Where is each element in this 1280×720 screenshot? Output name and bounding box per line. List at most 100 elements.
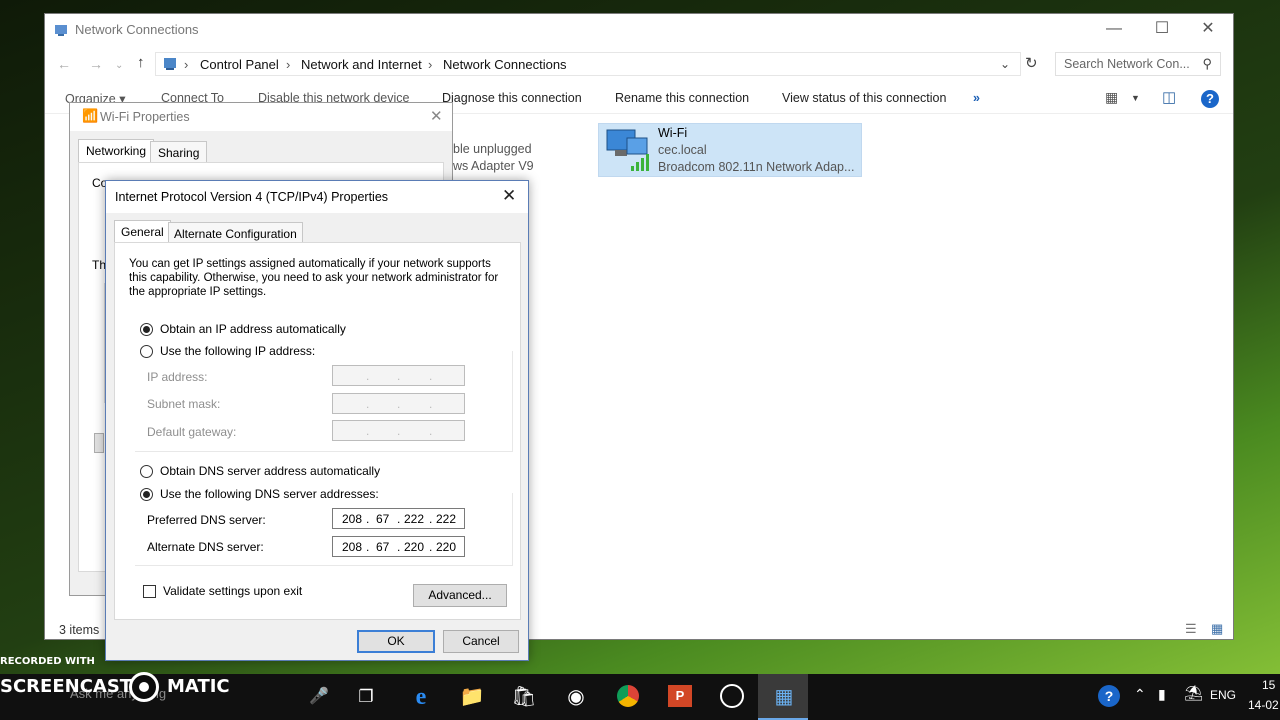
alternate-dns-field[interactable]: 208. 67. 220. 220 <box>332 536 465 557</box>
help-icon[interactable]: ? <box>1201 90 1219 108</box>
help-tray-icon[interactable]: ? <box>1098 685 1120 707</box>
use-following-dns-label[interactable]: Use the following DNS server addresses: <box>160 487 381 501</box>
alternate-dns-octet-3: 220 <box>404 540 425 554</box>
ip-settings-description: You can get IP settings assigned automat… <box>129 258 499 298</box>
back-icon[interactable]: ← <box>57 56 71 72</box>
matic-watermark: MATIC <box>167 676 230 697</box>
recent-chevron-icon[interactable]: ⌄ <box>115 60 123 71</box>
preferred-dns-octet-3: 222 <box>404 512 425 526</box>
control-panel-icon <box>164 58 176 70</box>
change-view-icon[interactable]: ▦ <box>1105 89 1118 106</box>
tab-networking[interactable]: Networking <box>78 139 155 163</box>
search-input[interactable]: Search Network Con... ⚲ <box>1055 52 1221 76</box>
default-gateway-label: Default gateway: <box>147 425 237 439</box>
subnet-mask-field: ... <box>332 393 465 414</box>
breadcrumb-network-internet[interactable]: Network and Internet <box>301 57 422 72</box>
language-indicator[interactable]: ENG <box>1210 688 1236 702</box>
address-row: ← → ⌄ ↑ › Control Panel › Network and In… <box>45 50 1233 78</box>
close-button[interactable]: ✕ <box>1185 14 1231 44</box>
preview-pane-icon[interactable]: ◫ <box>1162 88 1176 106</box>
item-count: 3 items <box>59 623 100 637</box>
wifi-tray-icon[interactable]: ⛱ <box>1184 684 1203 702</box>
breadcrumb-network-connections[interactable]: Network Connections <box>443 57 567 72</box>
preferred-dns-field[interactable]: 208. 67. 222. 222 <box>332 508 465 529</box>
screencast-icon[interactable] <box>720 684 744 708</box>
wifi-tile-domain: cec.local <box>658 143 707 157</box>
this-connection-label: Th <box>92 258 107 272</box>
details-view-icon[interactable]: ☰ <box>1185 621 1197 637</box>
edge-icon[interactable]: e <box>405 682 437 712</box>
minimize-button[interactable]: — <box>1091 14 1137 44</box>
preferred-dns-octet-2: 67 <box>376 512 390 526</box>
task-view-icon[interactable]: ❐ <box>350 682 382 712</box>
tiles-view-icon[interactable]: ▦ <box>1211 621 1223 637</box>
use-following-ip-radio[interactable] <box>140 345 153 358</box>
explorer-titlebar: Network Connections — ☐ ✕ <box>45 14 1233 46</box>
subnet-mask-label: Subnet mask: <box>147 397 221 411</box>
ipv4-properties-dialog: Internet Protocol Version 4 (TCP/IPv4) P… <box>105 180 529 661</box>
rename-command[interactable]: Rename this connection <box>615 91 749 105</box>
advanced-button[interactable]: Advanced... <box>413 584 507 607</box>
cancel-button[interactable]: Cancel <box>443 630 519 653</box>
search-placeholder: Search Network Con... <box>1064 57 1190 71</box>
battery-icon[interactable]: ▮ <box>1158 686 1166 703</box>
alternate-dns-label: Alternate DNS server: <box>147 540 264 554</box>
obtain-ip-auto-label[interactable]: Obtain an IP address automatically <box>160 322 346 336</box>
tab-general[interactable]: General <box>114 220 171 244</box>
clock-time[interactable]: 15 <box>1262 678 1275 692</box>
network-folder-icon <box>55 25 67 36</box>
preferred-dns-label: Preferred DNS server: <box>147 513 266 527</box>
show-hidden-icons[interactable]: ⌃ <box>1134 686 1146 703</box>
file-explorer-icon[interactable]: 📁 <box>456 682 488 712</box>
more-commands[interactable]: » <box>973 91 980 105</box>
bg-connection-status: ble unplugged <box>453 142 532 156</box>
wifi-properties-title: Wi-Fi Properties <box>100 110 190 124</box>
preferred-dns-octet-4: 222 <box>436 512 457 526</box>
search-icon: ⚲ <box>1202 56 1212 71</box>
diagnose-command[interactable]: Diagnose this connection <box>442 91 582 105</box>
wifi-adapter-icon <box>606 129 649 171</box>
tab-alternate-configuration[interactable]: Alternate Configuration <box>168 222 303 244</box>
alternate-dns-octet-4: 220 <box>436 540 457 554</box>
ipv4-close-icon[interactable]: ✕ <box>502 186 516 206</box>
wifi-dialog-icon: 📶 <box>82 108 99 123</box>
ok-button[interactable]: OK <box>357 630 435 653</box>
powerpoint-icon[interactable]: P <box>668 685 692 707</box>
wifi-tile-adapter: Broadcom 802.11n Network Adap... <box>658 160 855 174</box>
ip-address-label: IP address: <box>147 370 208 384</box>
recorded-with-watermark: RECORDED WITH <box>0 656 95 667</box>
validate-settings-checkbox[interactable] <box>143 585 156 598</box>
wifi-close-icon[interactable]: ✕ <box>430 107 443 125</box>
window-title: Network Connections <box>75 22 199 37</box>
ip-address-field: ... <box>332 365 465 386</box>
use-following-ip-label[interactable]: Use the following IP address: <box>160 344 318 358</box>
default-gateway-field: ... <box>332 420 465 441</box>
screencast-logo-icon <box>129 672 159 702</box>
clock-date[interactable]: 14-02 <box>1248 698 1279 712</box>
forward-icon[interactable]: → <box>89 56 103 72</box>
store-icon[interactable]: 🛍 <box>508 682 540 712</box>
obtain-dns-auto-label[interactable]: Obtain DNS server address automatically <box>160 464 380 478</box>
chrome-icon[interactable] <box>617 685 639 707</box>
alternate-dns-octet-2: 67 <box>376 540 390 554</box>
address-dropdown-icon[interactable]: ⌄ <box>1000 57 1010 71</box>
obtain-ip-auto-radio[interactable] <box>140 323 153 336</box>
view-dropdown-icon[interactable]: ▼ <box>1131 93 1140 103</box>
validate-settings-label[interactable]: Validate settings upon exit <box>163 584 302 598</box>
address-bar[interactable]: › Control Panel › Network and Internet ›… <box>155 52 1021 76</box>
general-panel: You can get IP settings assigned automat… <box>114 242 521 620</box>
tab-sharing[interactable]: Sharing <box>150 141 208 163</box>
use-following-dns-radio[interactable] <box>140 488 153 501</box>
maximize-button[interactable]: ☐ <box>1139 14 1185 44</box>
obtain-dns-auto-radio[interactable] <box>140 465 153 478</box>
view-status-command[interactable]: View status of this connection <box>782 91 946 105</box>
wifi-install-button[interactable] <box>94 433 104 453</box>
wifi-connection-tile[interactable]: Wi-Fi cec.local Broadcom 802.11n Network… <box>598 123 862 177</box>
camera-app-icon[interactable]: ◉ <box>560 682 592 712</box>
breadcrumb-control-panel[interactable]: Control Panel <box>200 57 279 72</box>
ipv4-dialog-title: Internet Protocol Version 4 (TCP/IPv4) P… <box>115 190 389 204</box>
microphone-icon[interactable]: 🎤 <box>303 682 335 712</box>
alternate-dns-octet-1: 208 <box>342 540 363 554</box>
up-icon[interactable]: ↑ <box>137 54 145 71</box>
refresh-icon[interactable]: ↻ <box>1025 54 1038 72</box>
